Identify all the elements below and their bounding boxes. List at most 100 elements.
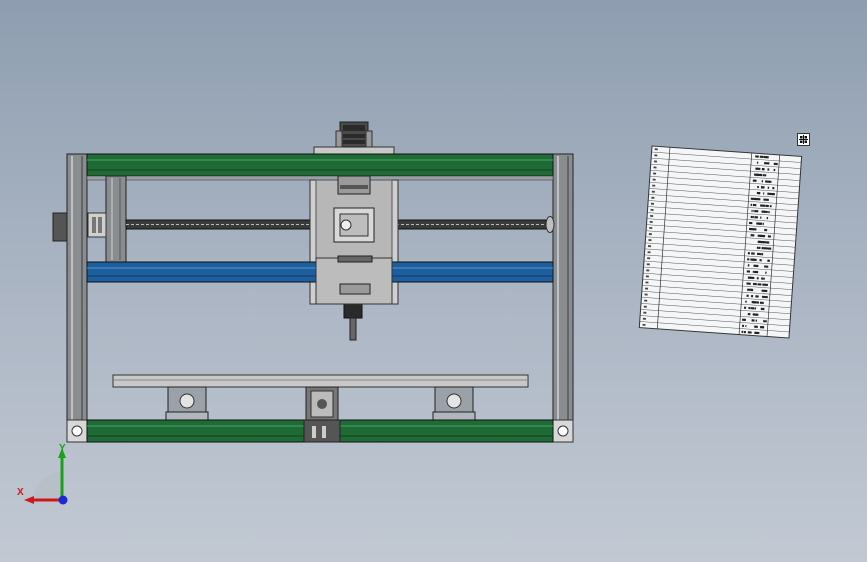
bom-text-mark xyxy=(755,155,759,158)
bom-text-mark xyxy=(753,270,756,274)
bom-text-mark xyxy=(751,209,753,212)
bom-text-mark xyxy=(750,215,753,219)
bom-text-mark xyxy=(747,288,751,291)
bom-text-mark xyxy=(652,184,656,187)
bom-text-mark xyxy=(752,197,757,201)
bom-text-mark xyxy=(761,240,766,244)
bom-text-mark xyxy=(748,227,752,231)
bom-text-mark xyxy=(752,270,754,273)
bom-text-mark xyxy=(762,222,764,225)
bom-text-mark xyxy=(650,202,655,205)
bom-text-mark xyxy=(751,294,754,298)
bom-text-mark xyxy=(765,265,769,268)
bom-text-mark xyxy=(755,295,759,298)
bom-text-mark xyxy=(647,251,651,254)
bom-text-mark xyxy=(746,294,749,297)
bom-text-mark xyxy=(752,282,757,286)
bom-text-mark xyxy=(764,228,768,232)
bom-text-mark xyxy=(767,162,770,165)
bom-text-mark xyxy=(754,331,756,334)
bom-text-mark xyxy=(756,167,761,171)
bom-text-mark xyxy=(762,204,766,207)
move-handle-icon[interactable] xyxy=(797,133,810,146)
bom-text-mark xyxy=(745,300,747,303)
bom-text-mark xyxy=(750,307,755,310)
bom-text-mark xyxy=(747,312,751,316)
bom-text-mark xyxy=(648,233,652,236)
bom-text-mark xyxy=(654,148,658,151)
bom-text-mark xyxy=(649,220,653,223)
bom-text-mark xyxy=(766,180,770,183)
bom-text-mark xyxy=(762,168,765,171)
bom-text-mark xyxy=(756,246,759,249)
bom-text-mark xyxy=(760,326,764,329)
bearing-block-left xyxy=(165,386,209,421)
bom-text-mark xyxy=(757,185,759,189)
bom-text-mark xyxy=(764,265,766,268)
bom-text-mark xyxy=(743,318,746,321)
bom-text-mark xyxy=(765,162,768,165)
bom-text-mark xyxy=(644,287,649,290)
work-bed xyxy=(112,374,529,388)
graphics-viewport[interactable]: Y X xyxy=(0,0,867,562)
bom-text-mark xyxy=(645,281,649,284)
bom-text-mark xyxy=(747,252,751,255)
bom-text-mark xyxy=(748,306,751,310)
bom-text-mark xyxy=(761,253,764,256)
bom-text-mark xyxy=(654,154,658,157)
bom-text-mark xyxy=(747,331,752,334)
bom-table[interactable] xyxy=(630,140,820,340)
bom-text-mark xyxy=(769,205,772,208)
bom-text-mark xyxy=(642,323,646,326)
bom-text-mark xyxy=(746,270,751,273)
bom-text-mark xyxy=(761,186,764,189)
bom-text-mark xyxy=(748,221,753,225)
bom-text-mark xyxy=(754,228,757,231)
bom-text-mark xyxy=(761,180,764,183)
bom-text-mark xyxy=(766,216,769,220)
bom-text-mark xyxy=(755,325,757,328)
bom-text-mark xyxy=(756,331,760,335)
bom-text-mark xyxy=(753,252,755,255)
bom-text-mark xyxy=(755,313,759,316)
bom-text-mark xyxy=(764,174,767,177)
bom-text-mark xyxy=(768,210,770,214)
bom-text-mark xyxy=(752,258,757,261)
bom-text-mark xyxy=(763,320,767,323)
bom-text-mark xyxy=(651,190,655,193)
bom-text-mark xyxy=(643,311,647,314)
bom-text-mark xyxy=(763,198,766,201)
bom-text-mark xyxy=(766,156,769,159)
bom-text-mark xyxy=(650,214,654,217)
bom-text-mark xyxy=(653,172,657,175)
bom-text-mark xyxy=(760,216,762,219)
bom-text-mark xyxy=(750,234,755,237)
reference-triad-icon xyxy=(24,448,68,505)
bom-text-mark xyxy=(753,209,755,213)
bom-text-mark xyxy=(756,252,762,256)
top-rail xyxy=(86,153,554,181)
bom-text-mark xyxy=(764,295,768,299)
bottom-motor-mount xyxy=(305,386,339,422)
bom-text-mark xyxy=(752,228,755,231)
bom-text-mark xyxy=(751,319,755,322)
bom-text-mark xyxy=(759,301,764,304)
bom-text-mark xyxy=(750,288,754,292)
bom-text-mark xyxy=(644,299,648,302)
bom-text-mark xyxy=(767,168,770,171)
bom-text-mark xyxy=(644,293,648,296)
bom-text-mark xyxy=(761,295,766,299)
bearing-block-right xyxy=(432,386,476,421)
bom-text-mark xyxy=(762,174,765,177)
triad-x-label: X xyxy=(17,487,24,498)
bom-text-mark xyxy=(759,234,762,237)
bom-text-mark xyxy=(767,192,771,195)
bom-text-mark xyxy=(750,203,753,206)
bom-text-mark xyxy=(747,258,750,261)
bom-text-mark xyxy=(759,155,764,158)
bom-text-mark xyxy=(762,234,766,238)
bom-text-mark xyxy=(752,216,754,219)
bom-text-mark xyxy=(741,330,744,334)
bom-text-mark xyxy=(642,317,646,320)
bom-text-mark xyxy=(752,301,755,304)
